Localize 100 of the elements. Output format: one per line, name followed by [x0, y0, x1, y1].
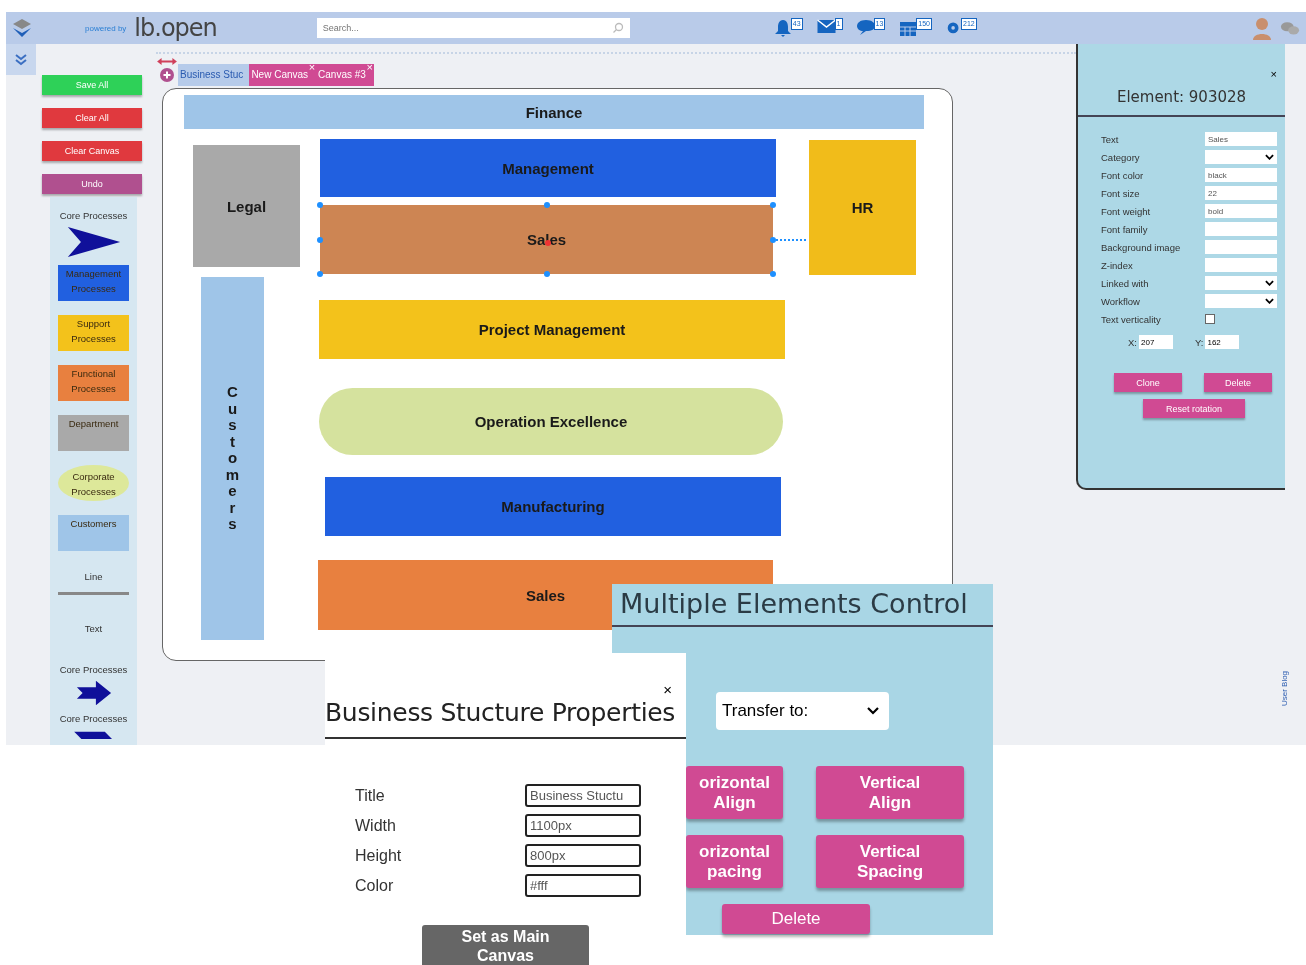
- input-field[interactable]: #fff: [525, 874, 641, 897]
- add-tab-icon[interactable]: [160, 68, 174, 82]
- action-button[interactable]: Undo: [42, 174, 142, 194]
- align-button[interactable]: orizontal pacing: [686, 835, 783, 888]
- panel-title: Element: 903028: [1078, 88, 1285, 117]
- panel-title: Multiple Elements Control: [612, 584, 993, 627]
- field-label: Workflow: [1101, 295, 1141, 307]
- palette-shape[interactable]: Department: [58, 415, 129, 451]
- palette-shape[interactable]: Corporate Processes: [58, 465, 129, 501]
- field-label: Y:: [1195, 336, 1204, 348]
- canvas-tab[interactable]: Business Stuc: [178, 64, 250, 86]
- select-field[interactable]: [1205, 276, 1277, 290]
- field-label: Text verticality: [1101, 313, 1162, 325]
- input-field[interactable]: [1205, 258, 1277, 272]
- diagram-shape[interactable]: Manufacturing: [325, 477, 781, 536]
- palette-shape[interactable]: Customers: [58, 515, 129, 551]
- palette-label: Core Processes: [59, 210, 128, 221]
- input-field[interactable]: Business Stuctu: [525, 784, 641, 807]
- input-field[interactable]: 162: [1205, 335, 1240, 349]
- field-label: Background image: [1101, 241, 1182, 253]
- double-arrow-icon[interactable]: [155, 57, 179, 66]
- input-field[interactable]: Sales: [1205, 132, 1277, 146]
- resize-handle[interactable]: [770, 202, 776, 208]
- action-button[interactable]: Clear All: [42, 108, 142, 128]
- search-icon: [611, 22, 624, 34]
- palette-shape[interactable]: Support Processes: [58, 315, 129, 351]
- resize-handle[interactable]: [317, 202, 323, 208]
- resize-handle[interactable]: [317, 271, 323, 277]
- input-field[interactable]: 22: [1205, 186, 1277, 200]
- close-icon[interactable]: ×: [1270, 68, 1277, 80]
- block-arrow-icon[interactable]: [74, 679, 113, 707]
- resize-handle[interactable]: [770, 236, 776, 243]
- select-field[interactable]: [1205, 150, 1277, 164]
- logo-text: lb.open: [134, 14, 217, 42]
- resize-handle[interactable]: [770, 271, 776, 277]
- field-label: Width: [355, 816, 397, 835]
- input-field[interactable]: 207: [1139, 335, 1173, 349]
- collapse-toggle[interactable]: [6, 44, 36, 75]
- caret-icon: [1265, 280, 1274, 286]
- caret-icon: [1265, 298, 1274, 304]
- diagram-shape[interactable]: Operation Excellence: [319, 388, 783, 455]
- input-field[interactable]: 1100px: [525, 814, 641, 837]
- palette-label: Core Processes: [59, 713, 128, 724]
- double-chevron-down-icon: [14, 52, 28, 67]
- resize-handle[interactable]: [543, 202, 550, 208]
- panel-button[interactable]: Clone: [1114, 373, 1182, 392]
- canvas-tab[interactable]: New Canvas ×: [249, 64, 317, 86]
- resize-handle[interactable]: [543, 271, 550, 277]
- delete-button[interactable]: Delete: [722, 904, 870, 934]
- select-field[interactable]: [1205, 294, 1277, 308]
- panel-title: Business Stucture Properties: [325, 698, 686, 739]
- diagram-shape[interactable]: Legal: [193, 145, 300, 267]
- align-button[interactable]: orizontal Align: [686, 766, 783, 819]
- diagram-shape[interactable]: Project Management: [319, 300, 785, 359]
- diagram-shape[interactable]: Management: [320, 139, 776, 197]
- diagram-shape[interactable]: HR: [809, 140, 916, 275]
- close-icon[interactable]: ×: [663, 681, 672, 698]
- field-label: Font color: [1101, 169, 1145, 181]
- palette-shape[interactable]: Functional Processes: [58, 365, 129, 401]
- field-label: Font weight: [1101, 205, 1152, 217]
- text-tool[interactable]: Text: [84, 623, 103, 634]
- field-label: Color: [355, 876, 395, 895]
- palette-line[interactable]: Line: [58, 565, 129, 595]
- input-field[interactable]: [1205, 222, 1277, 236]
- mail-icon[interactable]: [815, 18, 837, 34]
- rotation-handle[interactable]: [544, 239, 551, 246]
- transfer-select[interactable]: Transfer to:: [716, 692, 889, 730]
- field-label: Z-index: [1101, 259, 1134, 271]
- field-label: Text: [1101, 133, 1120, 145]
- align-button[interactable]: Vertical Spacing: [816, 835, 964, 888]
- input-field[interactable]: [1205, 240, 1277, 254]
- diagram-shape[interactable]: Finance: [184, 95, 924, 129]
- caret-icon: [867, 707, 879, 715]
- field-label: Font size: [1101, 187, 1141, 199]
- input-field[interactable]: 800px: [525, 844, 641, 867]
- user-blog-tab[interactable]: User Blog: [1280, 670, 1290, 707]
- align-button[interactable]: Vertical Align: [816, 766, 964, 819]
- canvas-tab[interactable]: Canvas #3 ×: [316, 64, 374, 86]
- field-label: X:: [1128, 336, 1137, 348]
- diagram-shape[interactable]: Sales: [320, 205, 773, 274]
- field-label: Height: [355, 846, 403, 865]
- powered-by-text: powered by: [85, 23, 127, 33]
- checkbox[interactable]: [1205, 314, 1215, 324]
- panel-button[interactable]: Delete: [1204, 373, 1272, 392]
- field-label: Linked with: [1101, 277, 1150, 289]
- field-label: Title: [355, 786, 386, 805]
- diagram-shape[interactable]: Customers: [201, 277, 264, 640]
- resize-handle[interactable]: [317, 236, 323, 243]
- search-field[interactable]: Search...: [316, 18, 630, 38]
- field-label: Category: [1101, 151, 1141, 163]
- cube-logo-icon: [11, 17, 33, 39]
- input-field[interactable]: black: [1205, 168, 1277, 182]
- reset-rotation-button[interactable]: Reset rotation: [1143, 399, 1245, 418]
- input-field[interactable]: bold: [1205, 204, 1277, 218]
- action-button[interactable]: Clear Canvas: [42, 141, 142, 161]
- palette-label: Core Processes: [59, 664, 128, 675]
- field-label: Font family: [1101, 223, 1149, 235]
- chat-icon[interactable]: [855, 18, 876, 36]
- connector-line: [776, 239, 806, 241]
- set-main-canvas-button[interactable]: Set as Main Canvas: [422, 925, 589, 965]
